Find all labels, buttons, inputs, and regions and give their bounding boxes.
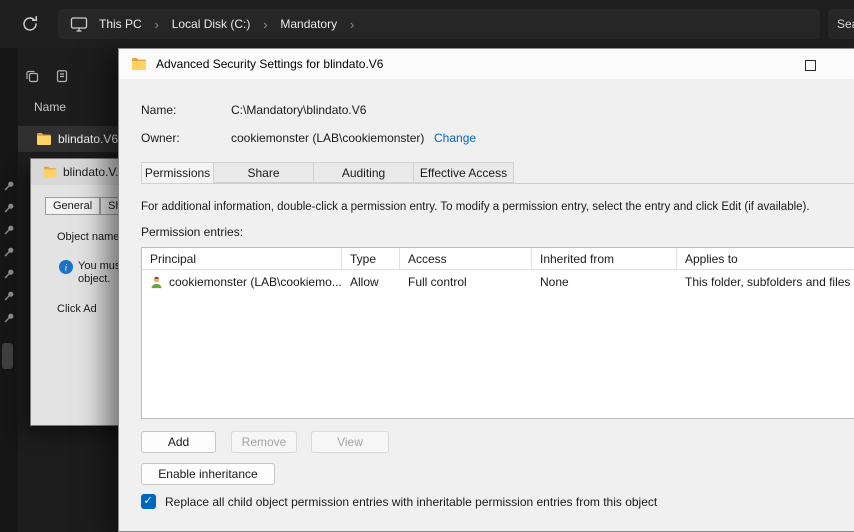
column-header-type[interactable]: Type [342,248,400,269]
chevron-right-icon[interactable] [348,17,356,32]
pin-icon [3,180,15,192]
owner-label: Owner: [141,131,180,145]
pin-icon [3,268,15,280]
info-icon: i [59,260,73,274]
cell-principal: cookiemonster (LAB\cookiemo... [169,275,342,289]
change-owner-link[interactable]: Change [434,131,476,145]
object-name-label: Object name: [57,231,123,243]
breadcrumb-item-local-disk[interactable]: Local Disk (C:) [172,17,251,31]
dialog-title: Advanced Security Settings for blindato.… [156,57,384,71]
name-value: C:\Mandatory\blindato.V6 [231,103,367,117]
tab-permissions[interactable]: Permissions [141,162,214,184]
column-header-principal[interactable]: Principal [142,248,342,269]
permission-entries-label: Permission entries: [141,225,244,239]
refresh-icon[interactable] [20,14,40,34]
permissions-help-text: For additional information, double-click… [141,201,810,213]
properties-dialog-title: blindato.V... [63,165,126,179]
chevron-right-icon[interactable] [261,17,269,32]
pin-icon [3,312,15,324]
tab-share[interactable]: Share [214,162,314,183]
tab-general[interactable]: General [45,197,101,215]
table-header-row: Principal Type Access Inherited from App… [142,248,854,270]
pin-icon [3,224,15,236]
add-button[interactable]: Add [141,431,216,453]
folder-icon [43,165,57,179]
navigation-rail [0,48,18,532]
properties-info-text: You mus [78,260,121,272]
remove-button[interactable]: Remove [231,431,297,453]
column-header-name[interactable]: Name [34,100,66,114]
pin-icon [3,202,15,214]
view-button[interactable]: View [311,431,389,453]
pin-icon [3,246,15,258]
folder-icon [131,56,147,72]
search-text: Sea [837,17,854,31]
column-header-applies-to[interactable]: Applies to [677,248,854,269]
svg-text:i: i [65,264,68,274]
search-input[interactable]: Sea [828,9,854,39]
dialog-tabs: Permissions Share Auditing Effective Acc… [141,162,514,184]
breadcrumb-item-mandatory[interactable]: Mandatory [280,17,337,31]
explorer-top-bar: This PC Local Disk (C:) Mandatory Sea [0,0,854,48]
column-header-access[interactable]: Access [400,248,532,269]
permission-entries-table: Principal Type Access Inherited from App… [141,247,854,419]
dialog-titlebar[interactable]: Advanced Security Settings for blindato.… [119,49,854,79]
this-pc-icon [70,15,88,33]
advanced-security-dialog: Advanced Security Settings for blindato.… [118,48,854,532]
breadcrumb-item-this-pc[interactable]: This PC [99,17,142,31]
properties-dialog-titlebar: blindato.V... [31,159,129,185]
paste-icon[interactable] [54,68,70,84]
column-header-inherited-from[interactable]: Inherited from [532,248,677,269]
name-label: Name: [141,103,177,117]
cell-applies-to: This folder, subfolders and files [685,275,851,289]
file-name-label: blindato.V6 [58,132,118,146]
properties-info-text: Click Ad [57,303,97,315]
tab-auditing[interactable]: Auditing [314,162,414,183]
properties-dialog: blindato.V... General Sha Object name: i… [30,158,136,426]
maximize-icon[interactable] [805,60,816,71]
replace-permissions-checkbox[interactable] [141,494,156,509]
replace-permissions-row: Replace all child object permission entr… [141,494,657,509]
cell-type: Allow [350,275,379,289]
cell-inherited-from: None [540,275,569,289]
replace-permissions-label: Replace all child object permission entr… [165,494,658,509]
table-row[interactable]: cookiemonster (LAB\cookiemo... Allow Ful… [142,270,854,294]
pin-icon [3,290,15,302]
folder-icon [36,131,52,147]
copy-icon[interactable] [24,68,40,84]
file-item-blindato[interactable]: blindato.V6 [18,126,118,152]
cell-access: Full control [408,275,467,289]
scroll-indicator [2,343,13,369]
properties-info-text: object. [78,273,111,285]
enable-inheritance-button[interactable]: Enable inheritance [141,463,275,485]
tab-effective-access[interactable]: Effective Access [414,162,514,183]
user-icon [149,275,164,290]
owner-value: cookiemonster (LAB\cookiemonster) [231,131,425,145]
chevron-right-icon[interactable] [153,17,161,32]
address-bar[interactable]: This PC Local Disk (C:) Mandatory [58,9,820,39]
